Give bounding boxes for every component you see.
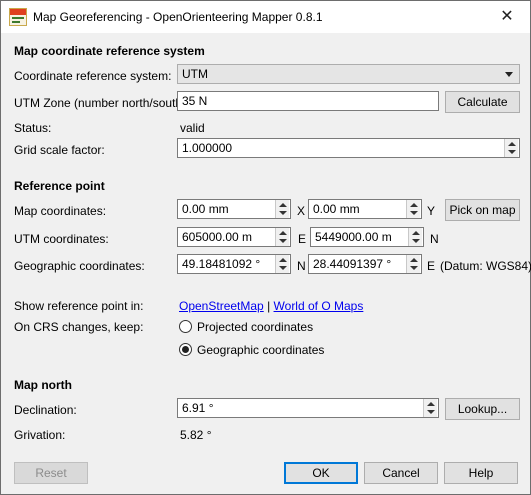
link-separator: | (267, 299, 271, 313)
crs-change-keep-label: On CRS changes, keep: (14, 320, 144, 334)
declination-value: 6.91 ° (182, 401, 214, 415)
declination-spinner[interactable] (423, 399, 437, 417)
map-x-spinner[interactable] (275, 200, 289, 218)
window-title: Map Georeferencing - OpenOrienteering Ma… (33, 10, 323, 24)
map-links: OpenStreetMap | World of O Maps (179, 299, 363, 313)
grivation-label: Grivation: (14, 428, 66, 442)
utm-easting-axis-label: E (298, 232, 307, 246)
grid-scale-value: 1.000000 (182, 141, 233, 155)
utm-easting-input[interactable]: 605000.00 m (177, 227, 291, 247)
geographic-coordinates-radio[interactable] (179, 343, 192, 356)
utm-northing-spinner[interactable] (408, 228, 422, 246)
title-bar: Map Georeferencing - OpenOrienteering Ma… (1, 1, 530, 33)
status-label: Status: (14, 121, 52, 135)
longitude-value: 28.44091397 ° (313, 257, 392, 271)
ok-button[interactable]: OK (284, 462, 358, 484)
crs-heading: Map coordinate reference system (14, 44, 205, 58)
calculate-button[interactable]: Calculate (445, 91, 520, 113)
grivation-value: 5.82 ° (180, 428, 212, 442)
latitude-input[interactable]: 49.18481092 ° (177, 254, 291, 274)
map-x-axis-label: X (297, 204, 306, 218)
lookup-button[interactable]: Lookup... (445, 398, 520, 420)
close-icon[interactable]: ✕ (490, 5, 524, 29)
utm-northing-input[interactable]: 5449000.00 m (310, 227, 424, 247)
help-button[interactable]: Help (444, 462, 518, 484)
utm-northing-value: 5449000.00 m (315, 230, 392, 244)
longitude-axis-label: E (427, 259, 436, 273)
crs-select-value: UTM (182, 67, 208, 81)
longitude-spinner[interactable] (406, 255, 420, 273)
map-y-input[interactable]: 0.00 mm (308, 199, 422, 219)
georeferencing-dialog: Map Georeferencing - OpenOrienteering Ma… (0, 0, 531, 495)
reset-button[interactable]: Reset (14, 462, 88, 484)
map-y-axis-label: Y (427, 204, 436, 218)
cancel-button[interactable]: Cancel (364, 462, 438, 484)
crs-select[interactable]: UTM (177, 64, 520, 84)
latitude-value: 49.18481092 ° (182, 257, 261, 271)
longitude-input[interactable]: 28.44091397 ° (308, 254, 422, 274)
openstreetmap-link[interactable]: OpenStreetMap (179, 299, 264, 313)
crs-label: Coordinate reference system: (14, 69, 172, 83)
declination-input[interactable]: 6.91 ° (177, 398, 439, 418)
app-logo-icon (9, 8, 27, 26)
map-north-heading: Map north (14, 378, 72, 392)
latitude-axis-label: N (297, 259, 306, 273)
map-x-value: 0.00 mm (182, 202, 229, 216)
grid-scale-spinner[interactable] (504, 139, 518, 157)
pick-on-map-button[interactable]: Pick on map (445, 199, 520, 221)
reference-point-heading: Reference point (14, 179, 105, 193)
utm-easting-spinner[interactable] (275, 228, 289, 246)
status-value: valid (180, 121, 205, 135)
show-reference-point-label: Show reference point in: (14, 299, 144, 313)
map-x-input[interactable]: 0.00 mm (177, 199, 291, 219)
utm-coordinates-label: UTM coordinates: (14, 232, 109, 246)
chevron-down-icon (505, 72, 513, 77)
utm-northing-axis-label: N (430, 232, 439, 246)
datum-label: (Datum: WGS84) (440, 259, 531, 273)
declination-label: Declination: (14, 403, 77, 417)
map-coordinates-label: Map coordinates: (14, 204, 107, 218)
projected-coordinates-radio[interactable] (179, 320, 192, 333)
projected-coordinates-label[interactable]: Projected coordinates (197, 320, 313, 334)
latitude-spinner[interactable] (275, 255, 289, 273)
geographic-coordinates-label: Geographic coordinates: (14, 259, 145, 273)
map-y-value: 0.00 mm (313, 202, 360, 216)
utm-zone-label: UTM Zone (number north/south): (14, 96, 190, 110)
utm-easting-value: 605000.00 m (182, 230, 253, 244)
grid-scale-label: Grid scale factor: (14, 143, 105, 157)
grid-scale-input[interactable]: 1.000000 (177, 138, 520, 158)
utm-zone-input[interactable]: 35 N (177, 91, 439, 111)
map-y-spinner[interactable] (406, 200, 420, 218)
geographic-coordinates-radio-label[interactable]: Geographic coordinates (197, 343, 324, 357)
world-of-o-maps-link[interactable]: World of O Maps (274, 299, 364, 313)
